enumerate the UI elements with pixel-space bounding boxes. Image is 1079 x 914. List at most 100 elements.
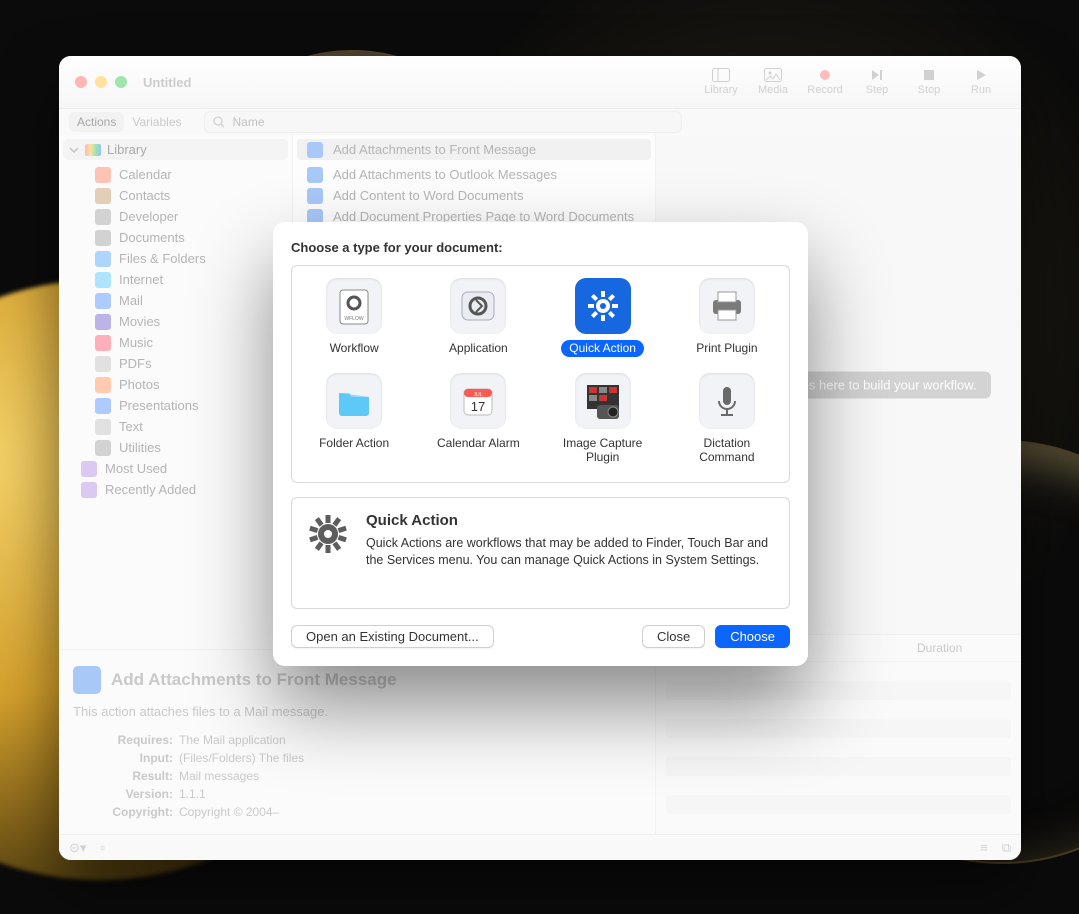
template-label: Print Plugin bbox=[688, 340, 765, 357]
zoom-window-button[interactable] bbox=[115, 76, 127, 88]
sidebar-category[interactable]: Files & Folders bbox=[59, 248, 292, 269]
toolbar-media[interactable]: Media bbox=[749, 68, 797, 96]
template-tile[interactable]: WFLOW Workflow bbox=[292, 274, 416, 369]
panel-toggle-icon[interactable]: ▫ bbox=[100, 840, 105, 855]
template-icon bbox=[699, 278, 755, 334]
smart-folder-icon bbox=[81, 461, 97, 477]
category-icon bbox=[95, 272, 111, 288]
template-tile[interactable]: JUL17 Calendar Alarm bbox=[416, 369, 540, 478]
template-grid: WFLOW Workflow ApplicationQuick Action Prin… bbox=[291, 265, 790, 483]
minimize-window-button[interactable] bbox=[95, 76, 107, 88]
toolbar-record[interactable]: Record bbox=[801, 68, 849, 96]
action-row[interactable]: Add Content to Word Documents bbox=[293, 185, 655, 206]
template-icon: JUL17 bbox=[450, 373, 506, 429]
svg-text:17: 17 bbox=[471, 399, 485, 414]
library-search[interactable] bbox=[204, 111, 682, 133]
options-menu-icon[interactable]: ⊝▾ bbox=[69, 840, 86, 856]
template-icon bbox=[575, 373, 631, 429]
template-label: Calendar Alarm bbox=[429, 435, 528, 452]
titlebar: Untitled Library Media Record Step Stop bbox=[59, 56, 1021, 109]
sidebar-category[interactable]: Developer bbox=[59, 206, 292, 227]
sidebar-recently-added[interactable]: Recently Added bbox=[59, 479, 292, 500]
close-window-button[interactable] bbox=[75, 76, 87, 88]
search-input[interactable] bbox=[231, 114, 673, 130]
template-icon bbox=[575, 278, 631, 334]
record-icon bbox=[816, 68, 834, 82]
library-subbar: Actions Variables bbox=[59, 109, 1021, 136]
view-list-icon[interactable]: ≡ bbox=[980, 840, 988, 855]
sidebar-category[interactable]: Contacts bbox=[59, 185, 292, 206]
category-icon bbox=[95, 335, 111, 351]
sidebar-category[interactable]: Internet bbox=[59, 269, 292, 290]
sidebar-most-used[interactable]: Most Used bbox=[59, 458, 292, 479]
sidebar-category[interactable]: Utilities bbox=[59, 437, 292, 458]
window-title: Untitled bbox=[143, 75, 191, 90]
template-icon bbox=[699, 373, 755, 429]
actions-variables-tabs[interactable]: Actions Variables bbox=[69, 112, 190, 132]
statusbar: ⊝▾ ▫ ≡ ⧉ bbox=[59, 834, 1021, 860]
chevron-down-icon bbox=[69, 145, 79, 155]
category-icon bbox=[95, 398, 111, 414]
play-icon bbox=[972, 68, 990, 82]
category-icon bbox=[95, 293, 111, 309]
view-flow-icon[interactable]: ⧉ bbox=[1002, 840, 1011, 856]
description-title: Add Attachments to Front Message bbox=[111, 670, 397, 690]
category-icon bbox=[95, 230, 111, 246]
category-icon bbox=[95, 167, 111, 183]
template-tile[interactable]: Folder Action bbox=[292, 369, 416, 478]
template-tile[interactable]: Application bbox=[416, 274, 540, 369]
description-summary: This action attaches files to a Mail mes… bbox=[73, 704, 641, 719]
category-icon bbox=[95, 251, 111, 267]
sidebar-category[interactable]: PDFs bbox=[59, 353, 292, 374]
mail-action-icon bbox=[73, 666, 101, 694]
tab-variables[interactable]: Variables bbox=[124, 112, 189, 132]
library-icon bbox=[85, 144, 101, 156]
action-icon bbox=[307, 142, 323, 158]
sidebar-category[interactable]: Music bbox=[59, 332, 292, 353]
action-row[interactable]: Add Attachments to Front Message bbox=[297, 139, 651, 160]
action-description-panel: Add Attachments to Front Message This ac… bbox=[59, 649, 655, 835]
open-existing-button[interactable]: Open an Existing Document... bbox=[291, 625, 494, 648]
template-tile[interactable]: Print Plugin bbox=[665, 274, 789, 369]
stop-icon bbox=[920, 68, 938, 82]
library-root[interactable]: Library bbox=[63, 139, 288, 160]
info-title: Quick Action bbox=[366, 512, 775, 529]
info-description: Quick Actions are workflows that may be … bbox=[366, 535, 775, 570]
template-tile[interactable]: Dictation Command bbox=[665, 369, 789, 478]
template-info-panel: Quick Action Quick Actions are workflows… bbox=[291, 497, 790, 609]
close-button[interactable]: Close bbox=[642, 625, 705, 648]
new-document-dialog: Choose a type for your document: WFLOW Wo… bbox=[273, 222, 808, 666]
sidebar-category[interactable]: Mail bbox=[59, 290, 292, 311]
action-row[interactable]: Add Attachments to Outlook Messages bbox=[293, 164, 655, 185]
sidebar-icon bbox=[712, 68, 730, 82]
tab-actions[interactable]: Actions bbox=[69, 112, 124, 132]
photos-icon bbox=[764, 68, 782, 82]
toolbar-stop[interactable]: Stop bbox=[905, 68, 953, 96]
sidebar-category[interactable]: Documents bbox=[59, 227, 292, 248]
sidebar-category[interactable]: Movies bbox=[59, 311, 292, 332]
sidebar-category[interactable]: Calendar bbox=[59, 164, 292, 185]
template-icon bbox=[326, 373, 382, 429]
action-icon bbox=[307, 167, 323, 183]
toolbar-step[interactable]: Step bbox=[853, 68, 901, 96]
sidebar-category[interactable]: Presentations bbox=[59, 395, 292, 416]
toolbar: Library Media Record Step Stop Run bbox=[697, 68, 1005, 96]
step-icon bbox=[868, 68, 886, 82]
sidebar-category[interactable]: Photos bbox=[59, 374, 292, 395]
category-icon bbox=[95, 356, 111, 372]
template-tile[interactable]: Quick Action bbox=[541, 274, 665, 369]
smart-folder-icon bbox=[81, 482, 97, 498]
dialog-heading: Choose a type for your document: bbox=[291, 240, 790, 255]
template-label: Dictation Command bbox=[669, 435, 785, 466]
sidebar-category[interactable]: Text bbox=[59, 416, 292, 437]
category-icon bbox=[95, 440, 111, 456]
svg-text:WFLOW: WFLOW bbox=[345, 316, 364, 322]
toolbar-library[interactable]: Library bbox=[697, 68, 745, 96]
template-label: Workflow bbox=[322, 340, 387, 357]
template-tile[interactable]: Image Capture Plugin bbox=[541, 369, 665, 478]
log-header-duration: Duration bbox=[917, 641, 1007, 655]
search-icon bbox=[213, 116, 225, 128]
template-icon: WFLOW bbox=[326, 278, 382, 334]
toolbar-run[interactable]: Run bbox=[957, 68, 1005, 96]
choose-button[interactable]: Choose bbox=[715, 625, 790, 648]
